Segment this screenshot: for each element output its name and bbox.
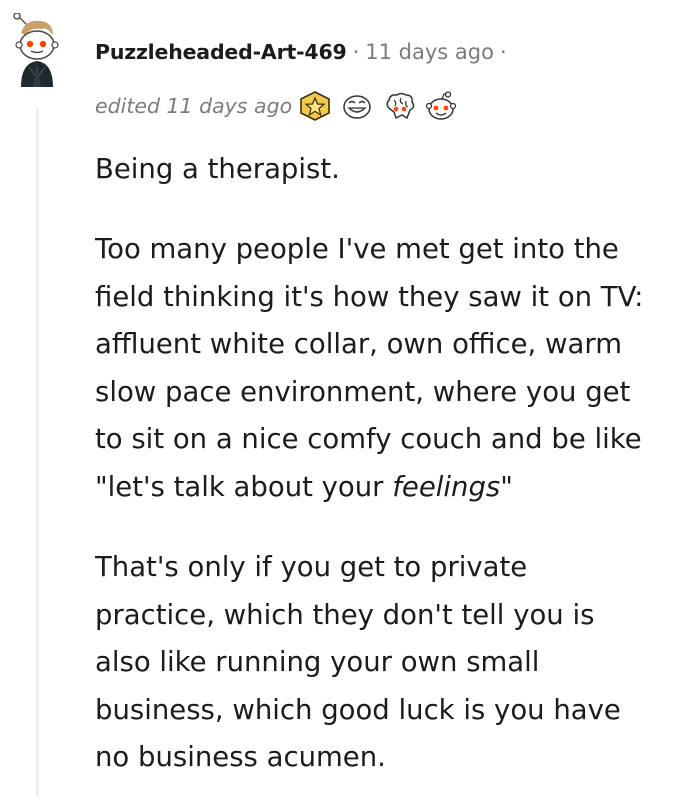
text-line: slow pace environment, where you get [95,375,631,408]
award-list [298,91,466,121]
post-timestamp[interactable]: 11 days ago [365,40,494,64]
emphasis-text: feelings [392,470,501,503]
comment-header: Puzzleheaded-Art-469 · 11 days ago · [95,40,690,80]
brain-award-icon[interactable] [382,91,416,121]
comment-paragraph: Being a therapist. [95,153,340,185]
comment-meta-row: edited 11 days ago [95,89,466,123]
text-line: "let's talk about your feelings" [95,464,643,512]
snoo-avatar-icon [13,12,59,87]
meta-separator: · [352,40,360,64]
text-line: field thinking it's how they saw it on T… [95,280,644,313]
author-link[interactable]: Puzzleheaded-Art-469 [95,40,347,64]
meta-separator-trailing: · [499,40,507,64]
star-badge-icon[interactable] [298,91,332,121]
text-line: That's only if you get to private [95,551,528,583]
text-fragment: " [500,470,513,503]
text-fragment: "let's talk about your [95,470,393,503]
user-avatar[interactable] [7,12,65,87]
thread-line[interactable] [36,108,39,797]
text-line: no business acumen. [95,741,386,773]
text-line: to sit on a nice comfy couch and be like [95,423,642,455]
text-line: affluent white collar, own office, warm [95,328,622,360]
edited-timestamp: edited 11 days ago [95,94,293,118]
comment-paragraph: That's only if you get to private practi… [95,544,621,782]
grin-face-award-icon[interactable] [340,91,374,121]
text-line: business, which good luck is you have [95,693,621,726]
text-line: Too many people I've met get into the [95,233,619,265]
text-line: also like running your own small [95,646,540,678]
text-line: practice, which they don't tell you is [95,598,595,631]
comment-paragraph: Too many people I've met get into the fi… [95,226,643,511]
snoo-face-award-icon[interactable] [424,91,458,121]
